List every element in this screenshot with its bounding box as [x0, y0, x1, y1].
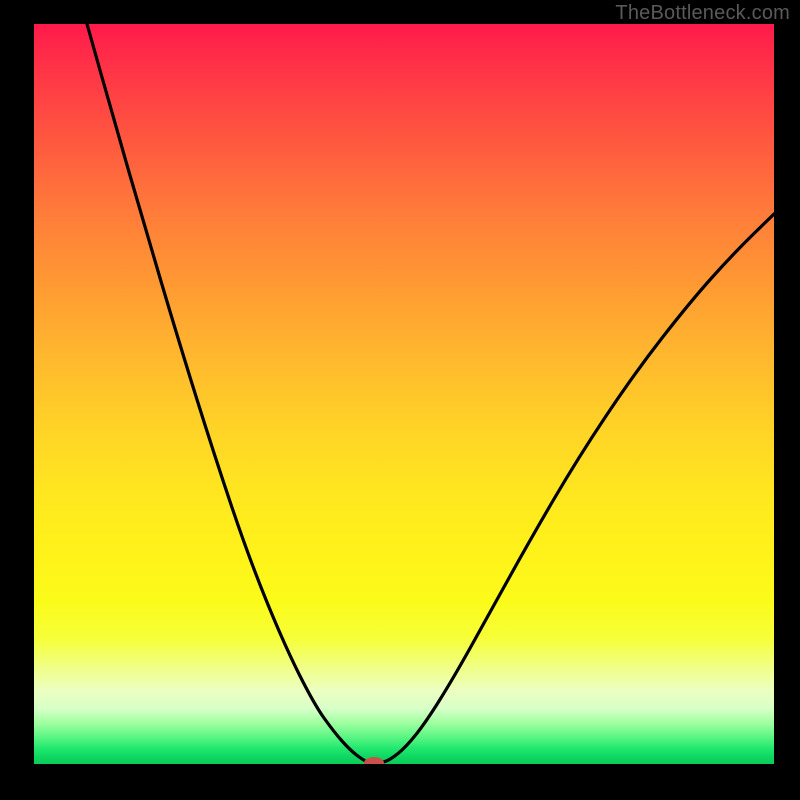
watermark-text: TheBottleneck.com	[615, 2, 790, 25]
optimal-point-marker	[364, 757, 384, 764]
chart-svg	[34, 24, 774, 764]
chart-plot-area	[34, 24, 774, 764]
bottleneck-curve	[87, 24, 774, 763]
